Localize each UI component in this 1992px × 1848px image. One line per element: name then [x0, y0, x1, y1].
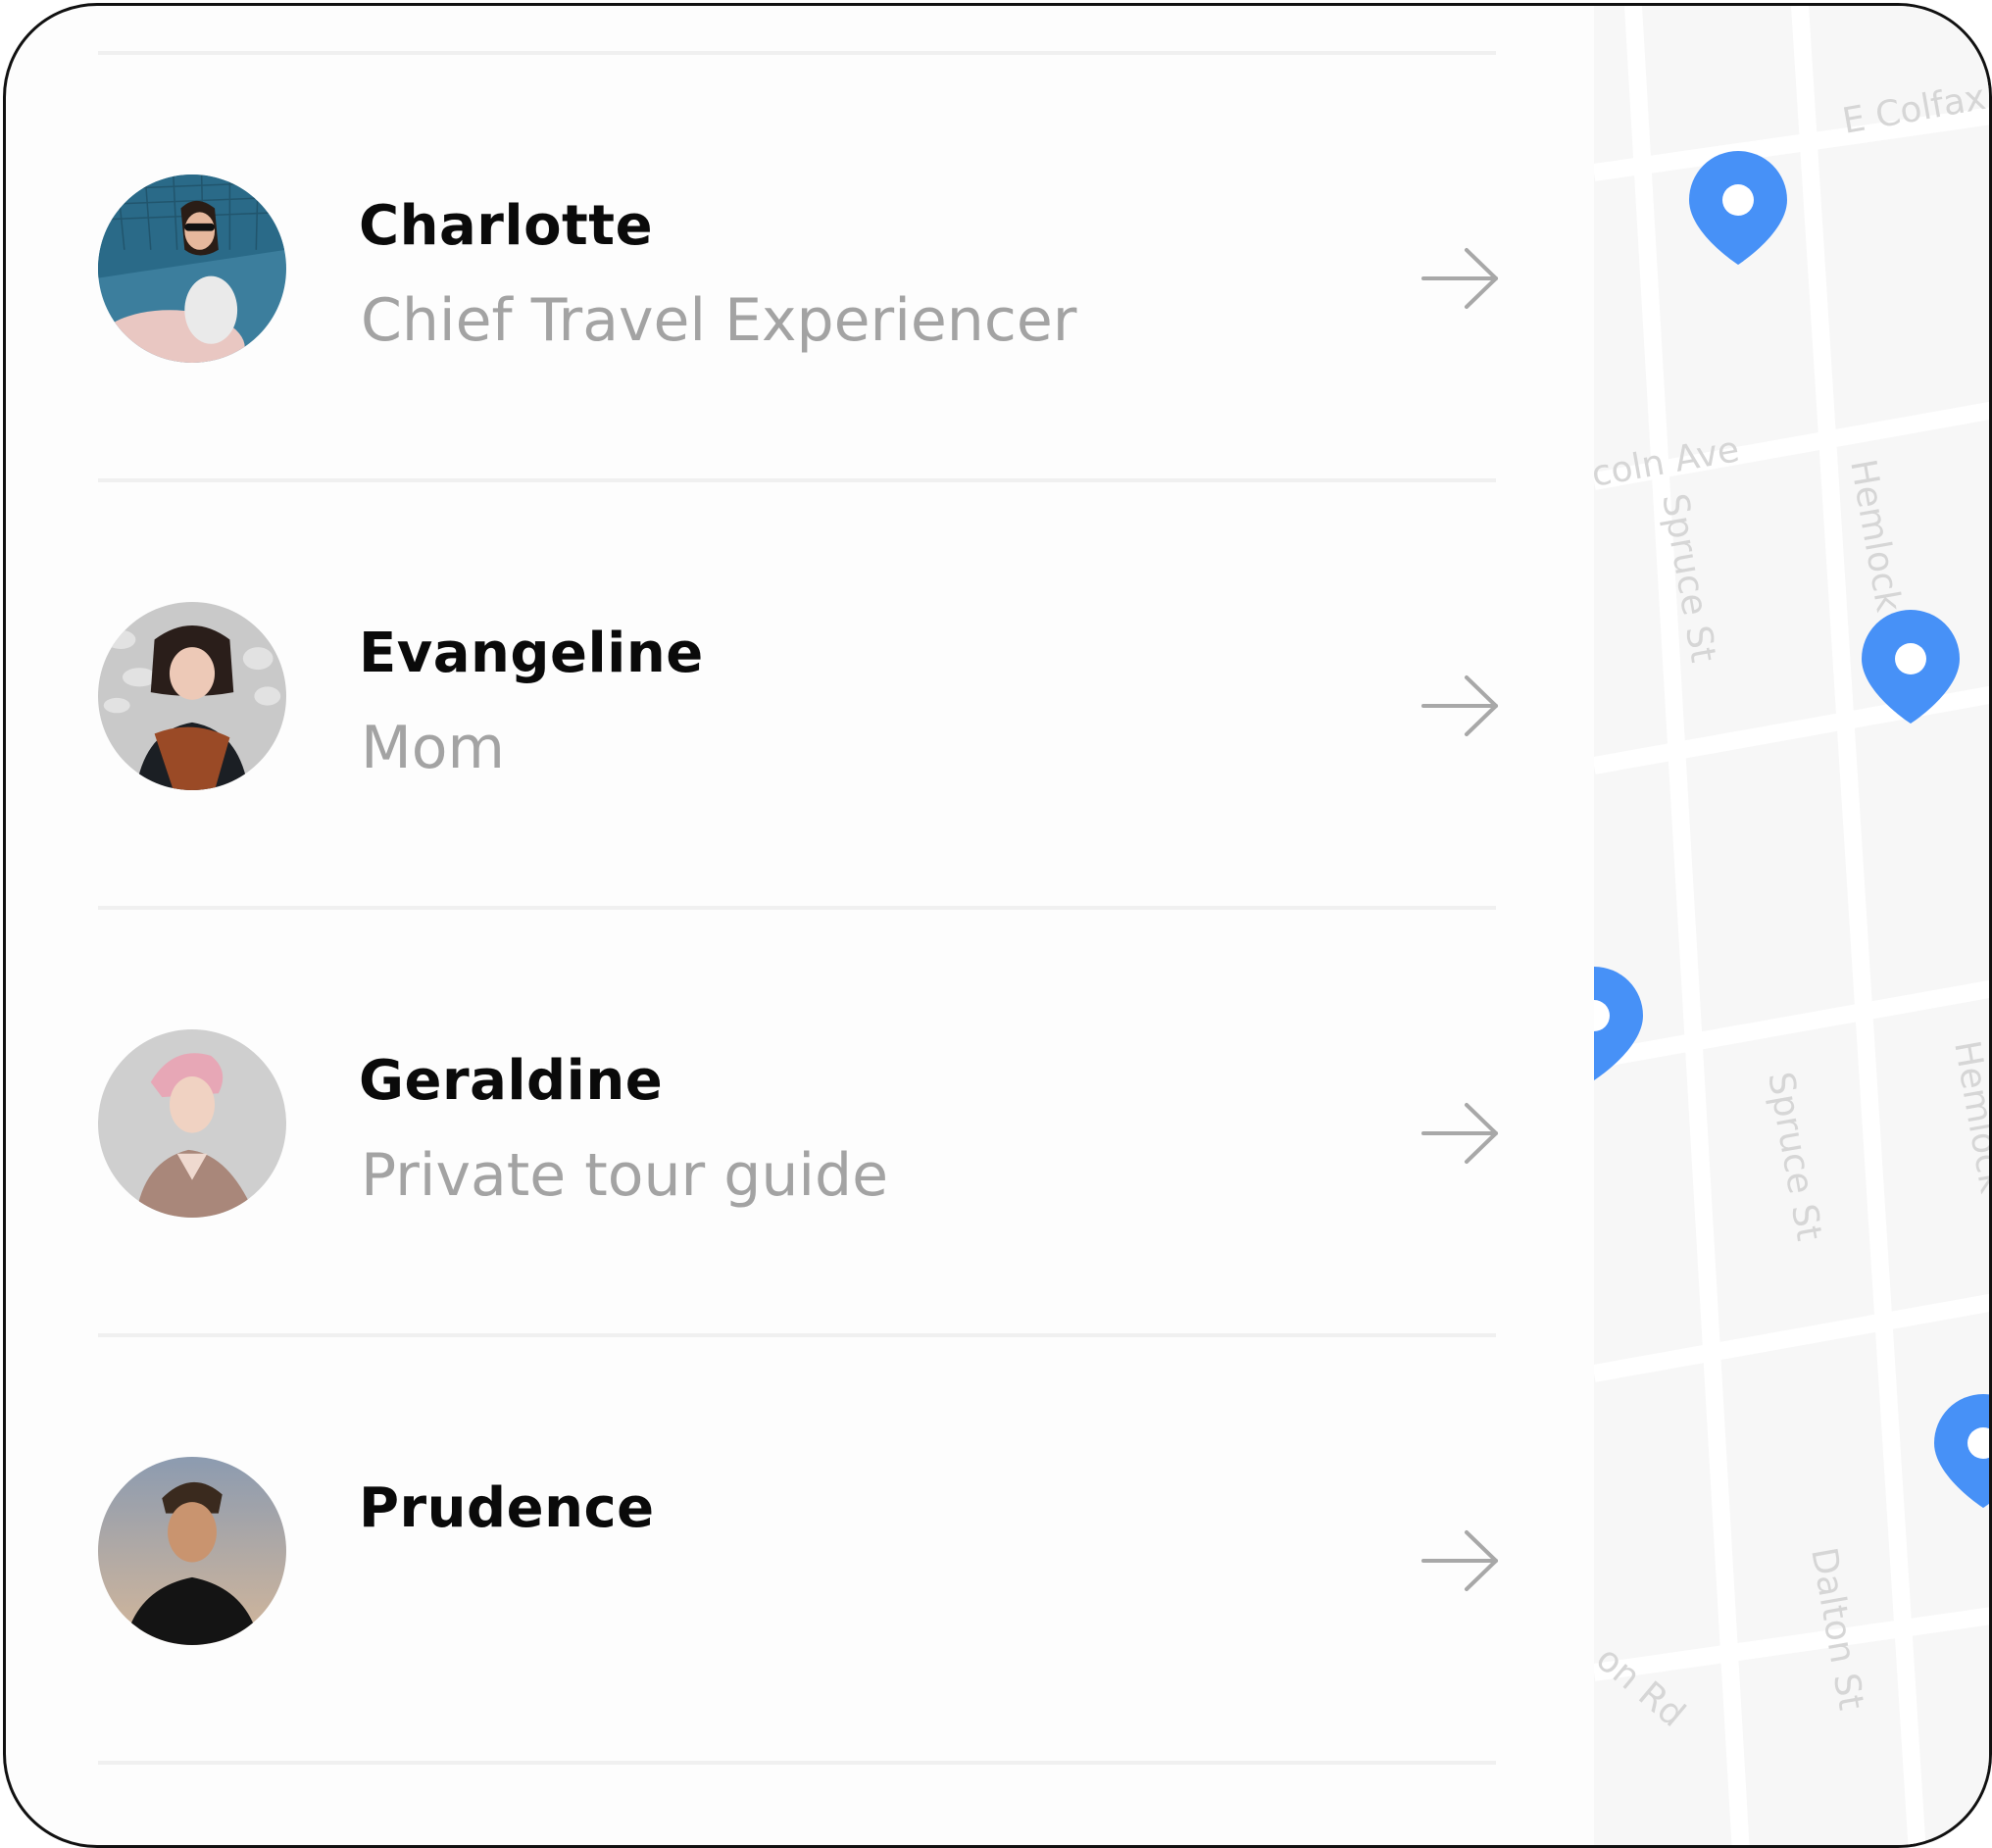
avatar-image [98, 175, 286, 363]
contact-subtitle: Private tour guide [361, 1141, 889, 1210]
avatar [98, 602, 286, 790]
list-divider [98, 1761, 1496, 1765]
arrow-right-icon[interactable] [1421, 246, 1500, 311]
contact-list: Charlotte Chief Travel Experiencer Evang… [98, 51, 1498, 1765]
contact-row-evangeline[interactable]: Evangeline Mom [98, 482, 1498, 906]
contact-subtitle: Mom [361, 714, 505, 782]
app-window: Charlotte Chief Travel Experiencer Evang… [3, 3, 1992, 1848]
avatar-image [98, 602, 286, 790]
map-view[interactable]: E Colfax coln Ave Spruce St Hemlock Spru… [1594, 6, 1989, 1845]
avatar [98, 1029, 286, 1218]
map-canvas: E Colfax coln Ave Spruce St Hemlock Spru… [1594, 6, 1989, 1845]
contact-name: Prudence [359, 1476, 655, 1540]
avatar [98, 1457, 286, 1645]
arrow-right-icon[interactable] [1421, 674, 1500, 738]
arrow-right-icon[interactable] [1421, 1528, 1500, 1593]
contact-name: Charlotte [359, 194, 654, 258]
avatar-image [98, 1029, 286, 1218]
avatar-image [98, 1457, 286, 1645]
avatar [98, 175, 286, 363]
arrow-right-icon[interactable] [1421, 1101, 1500, 1166]
contact-name: Evangeline [359, 622, 704, 685]
contact-row-charlotte[interactable]: Charlotte Chief Travel Experiencer [98, 55, 1498, 478]
contact-row-prudence[interactable]: Prudence [98, 1337, 1498, 1761]
contact-row-geraldine[interactable]: Geraldine Private tour guide [98, 910, 1498, 1333]
contact-subtitle: Chief Travel Experiencer [361, 286, 1077, 355]
contact-name: Geraldine [359, 1049, 664, 1113]
